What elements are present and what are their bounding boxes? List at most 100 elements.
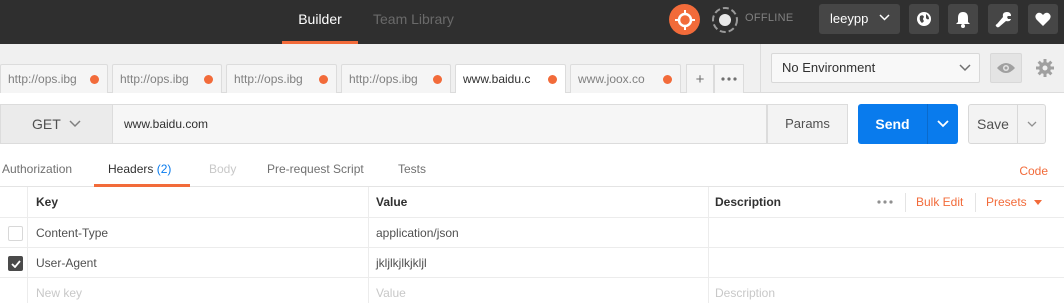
column-header-key: Key [28,187,369,217]
bulk-edit-link[interactable]: Bulk Edit [916,187,963,218]
request-tab-active[interactable]: www.baidu.c [455,64,566,94]
tab-builder[interactable]: Builder [282,0,358,44]
gear-icon [1036,59,1054,77]
more-options-icon[interactable] [877,200,893,204]
user-menu-button[interactable]: leeypp [819,4,900,34]
table-row: User-Agent jkljlkjlkjkljl [0,248,1064,278]
sync-button[interactable] [669,4,700,35]
header-value-cell[interactable]: jkljlkjlkjkljl [369,248,709,277]
tab-authorization[interactable]: Authorization [2,162,72,176]
row-check-cell [0,278,28,303]
caret-down-icon [1034,200,1043,205]
tab-headers[interactable]: Headers (2) [108,162,171,176]
new-description-input[interactable]: Description [709,278,1064,303]
generate-code-link[interactable]: Code [1019,164,1048,178]
send-button[interactable]: Send [858,104,927,144]
more-tabs-button[interactable] [714,64,744,93]
environment-selected: No Environment [782,60,876,75]
globe-button[interactable] [909,4,939,34]
save-button[interactable]: Save [968,104,1018,144]
environment-select[interactable]: No Environment [771,53,980,83]
table-row: Content-Type application/json [0,218,1064,248]
request-tab-label: http://ops.ibg [234,72,303,86]
divider [975,193,976,212]
heart-icon [1035,12,1051,26]
url-input[interactable]: www.baidu.com [112,104,767,144]
header-key-cell[interactable]: User-Agent [28,248,369,277]
request-tab[interactable]: http://ops.ibg [341,64,451,93]
heart-button[interactable] [1028,4,1058,34]
environment-bar: No Environment [760,44,1064,93]
header-check-column [0,187,28,217]
request-tab[interactable]: www.joox.co [570,64,681,93]
eye-icon [997,63,1015,73]
table-header-row: Key Value Description Bulk Edit Presets [0,187,1064,218]
tab-team-library[interactable]: Team Library [373,0,454,44]
bell-icon [956,11,970,28]
chevron-down-icon [69,120,81,128]
manage-environments-button[interactable] [1031,53,1059,83]
tab-body[interactable]: Body [209,162,236,176]
username: leeypp [830,11,869,26]
row-check-cell [0,248,28,277]
environment-quick-look-button[interactable] [990,53,1022,83]
add-tab-button[interactable]: + [686,64,714,93]
request-tab-label: http://ops.ibg [8,72,77,86]
header-value-cell[interactable]: application/json [369,218,709,247]
request-tab-label: www.baidu.c [463,72,531,86]
chevron-down-icon [1027,121,1036,127]
save-options-button[interactable] [1018,104,1046,144]
chevron-down-icon [879,14,890,21]
tab-pre-request-script[interactable]: Pre-request Script [267,162,364,176]
headers-count-badge: (2) [156,162,172,176]
request-tab-label: www.joox.co [578,72,645,86]
headers-table: Key Value Description Bulk Edit Presets … [0,187,1064,303]
row-check-cell [0,218,28,247]
request-tab[interactable]: http://ops.ibg [0,64,108,93]
new-key-input[interactable]: New key [28,278,369,303]
request-url-bar: GET www.baidu.com Params Send Save [0,93,1064,155]
header-enabled-checkbox[interactable] [8,256,23,271]
column-header-value: Value [369,187,709,217]
unsaved-dot-icon [663,75,672,84]
request-tab[interactable]: http://ops.ibg [226,64,337,93]
presets-dropdown[interactable]: Presets [986,187,1043,218]
notifications-button[interactable] [948,4,978,34]
wrench-icon [995,11,1011,27]
new-value-input[interactable]: Value [369,278,709,303]
chevron-down-icon [937,120,949,128]
sync-icon [674,9,695,30]
request-tab[interactable]: http://ops.ibg [112,64,222,93]
table-actions: Bulk Edit Presets [869,187,1064,218]
settings-button[interactable] [988,4,1018,34]
presets-label: Presets [986,195,1027,209]
divider [905,193,906,212]
tab-headers-label: Headers [108,162,154,176]
unsaved-dot-icon [433,75,442,84]
header-enabled-checkbox[interactable] [8,226,23,241]
header-description-cell[interactable] [709,248,1064,277]
method-select[interactable]: GET [0,104,112,144]
request-tab-label: http://ops.ibg [349,72,418,86]
params-button[interactable]: Params [767,104,848,144]
offline-icon[interactable] [710,5,739,34]
unsaved-dot-icon [548,75,557,84]
request-tab-label: http://ops.ibg [120,72,189,86]
offline-status: OFFLINE [745,12,794,24]
top-bar: Builder Team Library OFFLINE leeypp [0,0,1064,44]
unsaved-dot-icon [90,75,99,84]
chevron-down-icon [959,64,971,72]
method-label: GET [32,116,61,132]
send-options-button[interactable] [927,104,958,144]
checkmark-icon [10,259,21,268]
tab-tests[interactable]: Tests [398,162,426,176]
request-tabs-bar: http://ops.ibg http://ops.ibg http://ops… [0,44,760,94]
unsaved-dot-icon [204,75,213,84]
header-description-cell[interactable] [709,218,1064,247]
header-key-cell[interactable]: Content-Type [28,218,369,247]
table-row-new: New key Value Description [0,278,1064,303]
unsaved-dot-icon [319,75,328,84]
request-section-tabs: Authorization Headers (2) Body Pre-reque… [0,155,1064,187]
globe-icon [917,12,931,26]
ellipsis-icon [721,77,737,81]
